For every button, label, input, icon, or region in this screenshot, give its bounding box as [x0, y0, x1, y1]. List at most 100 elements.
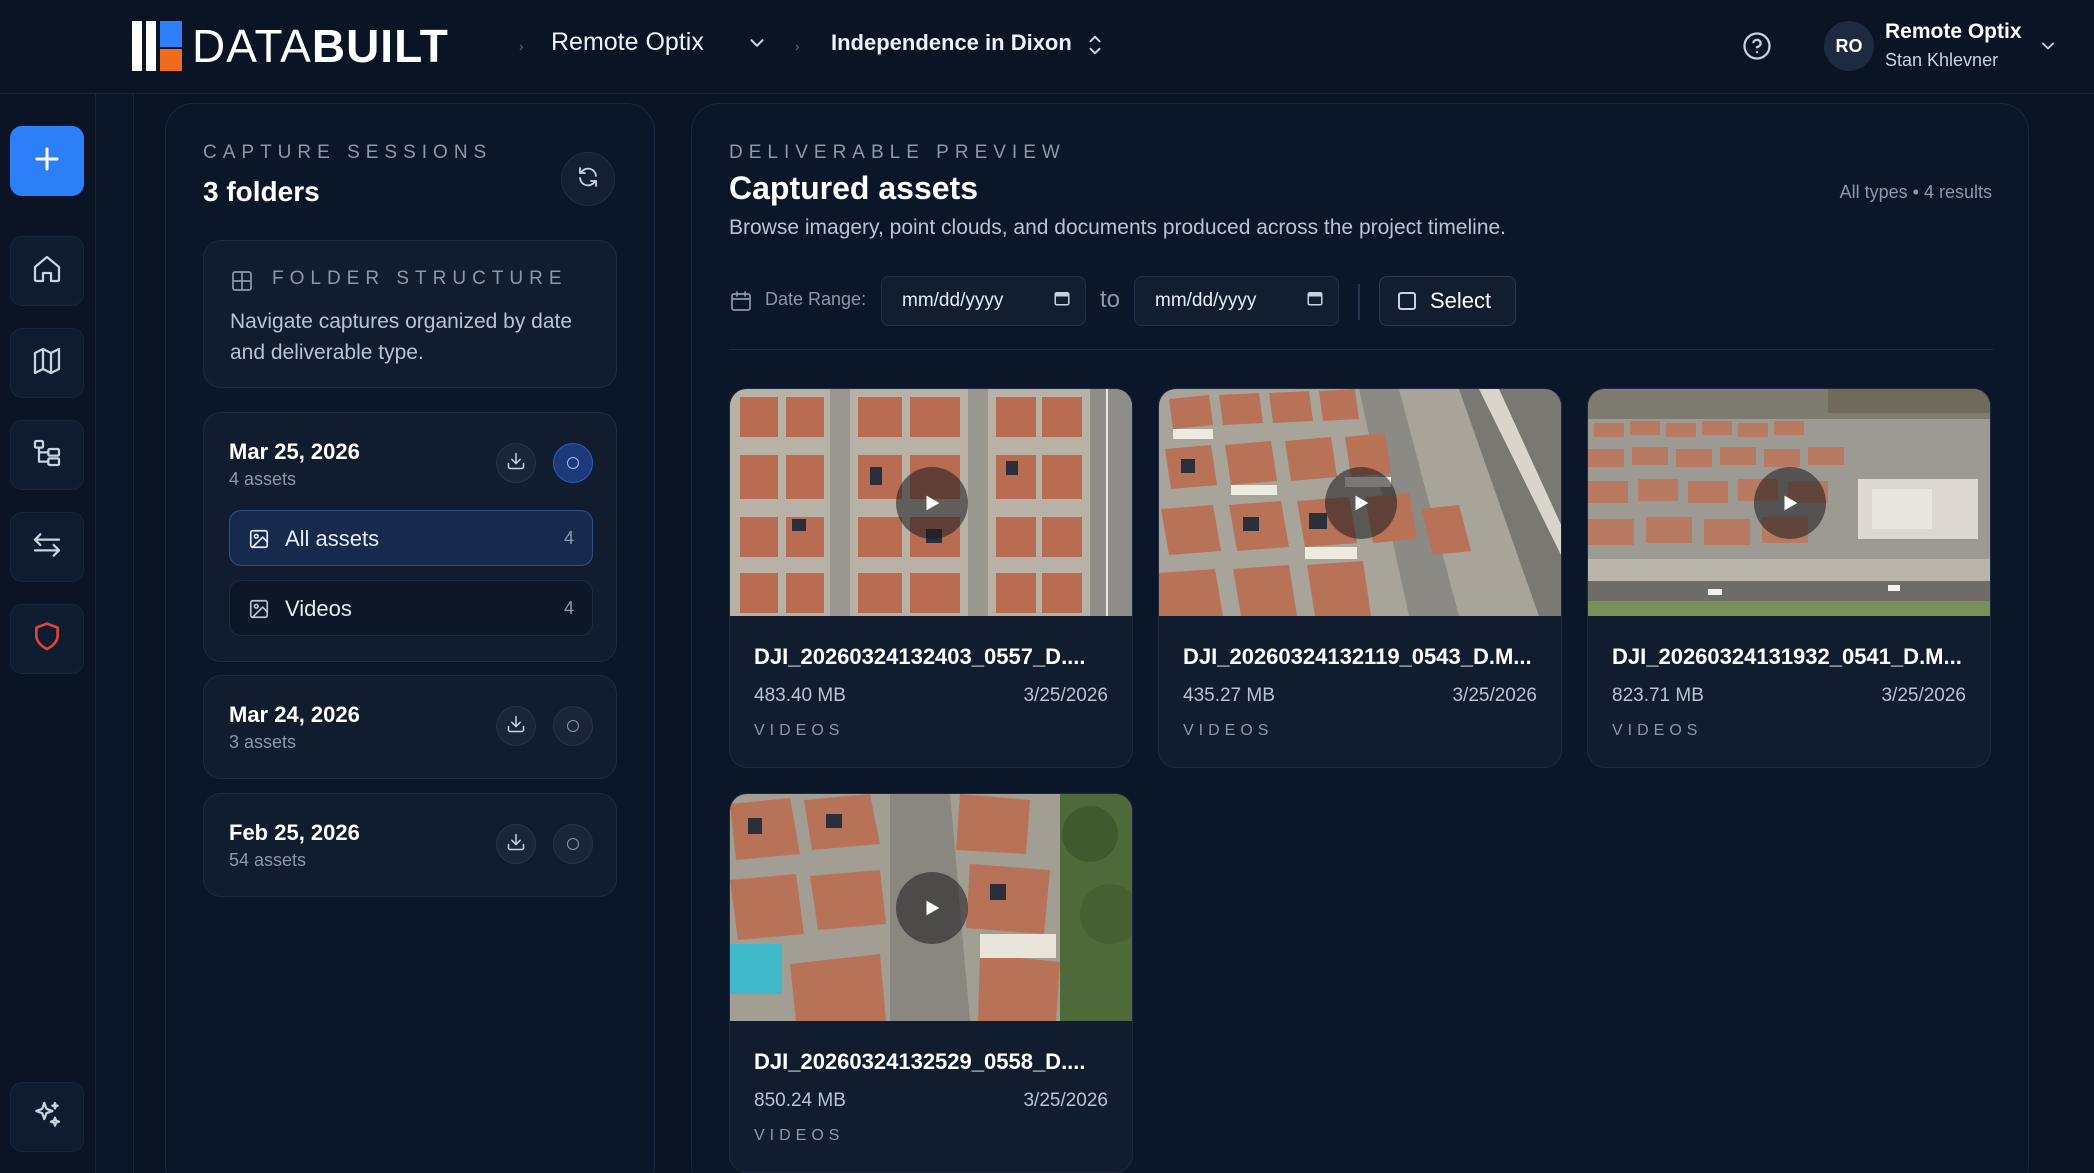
asset-size: 823.71 MB: [1612, 685, 1704, 706]
asset-thumbnail[interactable]: [730, 794, 1132, 1021]
session-select-radio[interactable]: [553, 824, 593, 864]
select-button[interactable]: Select: [1379, 276, 1516, 326]
nav-home-button[interactable]: [10, 236, 84, 306]
folder-structure-card: FOLDER STRUCTURE Navigate captures organ…: [203, 240, 617, 388]
asset-card[interactable]: DJI_20260324132529_0558_D.... 850.24 MB …: [729, 793, 1133, 1173]
session-asset-count: 3 assets: [229, 732, 297, 752]
date-range-label: Date Range:: [765, 289, 867, 309]
chevron-down-icon[interactable]: [2038, 36, 2058, 61]
capture-sessions-panel: CAPTURE SESSIONS 3 folders FOLDER STRUCT…: [165, 103, 655, 1173]
play-icon: [921, 897, 943, 919]
checkbox-icon: [1398, 292, 1416, 310]
app-root: DATABUILT › Remote Optix › Independence …: [0, 0, 2094, 1173]
brand-logo[interactable]: DATABUILT: [132, 20, 449, 72]
breadcrumb-organization[interactable]: Remote Optix: [551, 28, 704, 57]
asset-name: DJI_20260324131932_0541_D.M...: [1612, 644, 1962, 669]
date-to-input[interactable]: mm/dd/yyyy: [1134, 276, 1339, 326]
asset-card[interactable]: DJI_20260324131932_0541_D.M... 823.71 MB…: [1587, 388, 1991, 768]
folder-item-all-assets[interactable]: All assets 4: [229, 510, 593, 566]
nav-transfer-button[interactable]: [10, 512, 84, 582]
folder-structure-eyebrow: FOLDER STRUCTURE: [272, 268, 568, 289]
grid-icon: [230, 269, 254, 298]
asset-card[interactable]: DJI_20260324132119_0543_D.M... 435.27 MB…: [1158, 388, 1562, 768]
asset-size: 483.40 MB: [754, 685, 846, 706]
folder-item-label: Videos: [285, 596, 352, 621]
asset-thumbnail[interactable]: [730, 389, 1132, 616]
asset-size: 850.24 MB: [754, 1090, 846, 1111]
date-to-placeholder: mm/dd/yyyy: [1155, 290, 1257, 311]
asset-thumbnail[interactable]: [1588, 389, 1990, 616]
asset-card[interactable]: DJI_20260324132403_0557_D.... 483.40 MB …: [729, 388, 1133, 768]
folder-item-label: All assets: [285, 526, 380, 551]
download-button[interactable]: [496, 443, 536, 483]
asset-type: VIDEOS: [1612, 722, 1703, 739]
refresh-icon: [576, 165, 600, 194]
image-icon: [248, 528, 270, 555]
play-icon: [1350, 492, 1372, 514]
rail-gutter: [96, 94, 134, 1173]
asset-name: DJI_20260324132529_0558_D....: [754, 1049, 1086, 1074]
asset-date: 3/25/2026: [1452, 685, 1537, 706]
asset-type: VIDEOS: [754, 722, 845, 739]
home-icon: [31, 253, 63, 290]
breadcrumb-project[interactable]: Independence in Dixon: [831, 30, 1072, 56]
session-group[interactable]: Mar 25, 2026 4 assets All assets 4 Video: [203, 412, 617, 662]
date-range-to-label: to: [1100, 286, 1121, 313]
session-asset-count: 54 assets: [229, 850, 307, 870]
left-rail: [0, 94, 96, 1173]
folder-item-videos[interactable]: Videos 4: [229, 580, 593, 636]
session-select-radio[interactable]: [553, 706, 593, 746]
ai-assistant-button[interactable]: [10, 1082, 84, 1152]
divider: [729, 349, 1993, 350]
user-org-name[interactable]: Remote Optix: [1885, 20, 2022, 44]
play-icon: [1779, 492, 1801, 514]
add-button[interactable]: [10, 126, 84, 196]
asset-date: 3/25/2026: [1881, 685, 1966, 706]
image-icon: [248, 598, 270, 625]
play-button[interactable]: [896, 872, 968, 944]
session-group[interactable]: Mar 24, 2026 3 assets: [203, 675, 617, 779]
map-icon: [31, 345, 63, 382]
chevron-up-down-icon[interactable]: [1084, 31, 1106, 64]
tree-structure-icon: [31, 437, 63, 474]
avatar[interactable]: RO: [1824, 21, 1874, 71]
brand-logo-mark: [132, 21, 182, 71]
select-button-label: Select: [1430, 288, 1492, 313]
shield-icon: [31, 621, 63, 658]
help-icon[interactable]: [1742, 31, 1772, 61]
page-description: Browse imagery, point clouds, and docume…: [729, 216, 1507, 239]
breadcrumb-separator: ›: [795, 38, 800, 54]
transfer-arrows-icon: [31, 529, 63, 566]
nav-security-button[interactable]: [10, 604, 84, 674]
session-group[interactable]: Feb 25, 2026 54 assets: [203, 793, 617, 897]
download-icon: [506, 451, 526, 476]
asset-type: VIDEOS: [1183, 722, 1274, 739]
breadcrumb-separator: ›: [519, 38, 524, 54]
session-date: Mar 24, 2026: [229, 702, 360, 727]
calendar-icon[interactable]: [1053, 289, 1071, 313]
calendar-icon[interactable]: [1306, 289, 1324, 313]
chevron-down-icon[interactable]: [746, 32, 768, 59]
play-button[interactable]: [896, 467, 968, 539]
download-button[interactable]: [496, 824, 536, 864]
folder-structure-description: Navigate captures organized by date and …: [230, 310, 573, 364]
brand-logo-text: DATABUILT: [192, 20, 449, 72]
play-button[interactable]: [1754, 467, 1826, 539]
date-from-input[interactable]: mm/dd/yyyy: [881, 276, 1086, 326]
play-icon: [921, 492, 943, 514]
page-title: Captured assets: [729, 170, 978, 206]
session-select-radio[interactable]: [553, 443, 593, 483]
session-asset-count: 4 assets: [229, 469, 297, 489]
play-button[interactable]: [1325, 467, 1397, 539]
filter-bar: Date Range: mm/dd/yyyy to mm/dd/yyyy Sel…: [729, 276, 1993, 326]
nav-structure-button[interactable]: [10, 420, 84, 490]
asset-size: 435.27 MB: [1183, 685, 1275, 706]
deliverable-preview-panel: DELIVERABLE PREVIEW Captured assets Brow…: [691, 103, 2029, 1173]
nav-map-button[interactable]: [10, 328, 84, 398]
asset-date: 3/25/2026: [1023, 1090, 1108, 1111]
refresh-button[interactable]: [561, 152, 615, 206]
asset-thumbnail[interactable]: [1159, 389, 1561, 616]
capture-sessions-title: 3 folders: [203, 176, 320, 207]
asset-name: DJI_20260324132403_0557_D....: [754, 644, 1086, 669]
download-button[interactable]: [496, 706, 536, 746]
